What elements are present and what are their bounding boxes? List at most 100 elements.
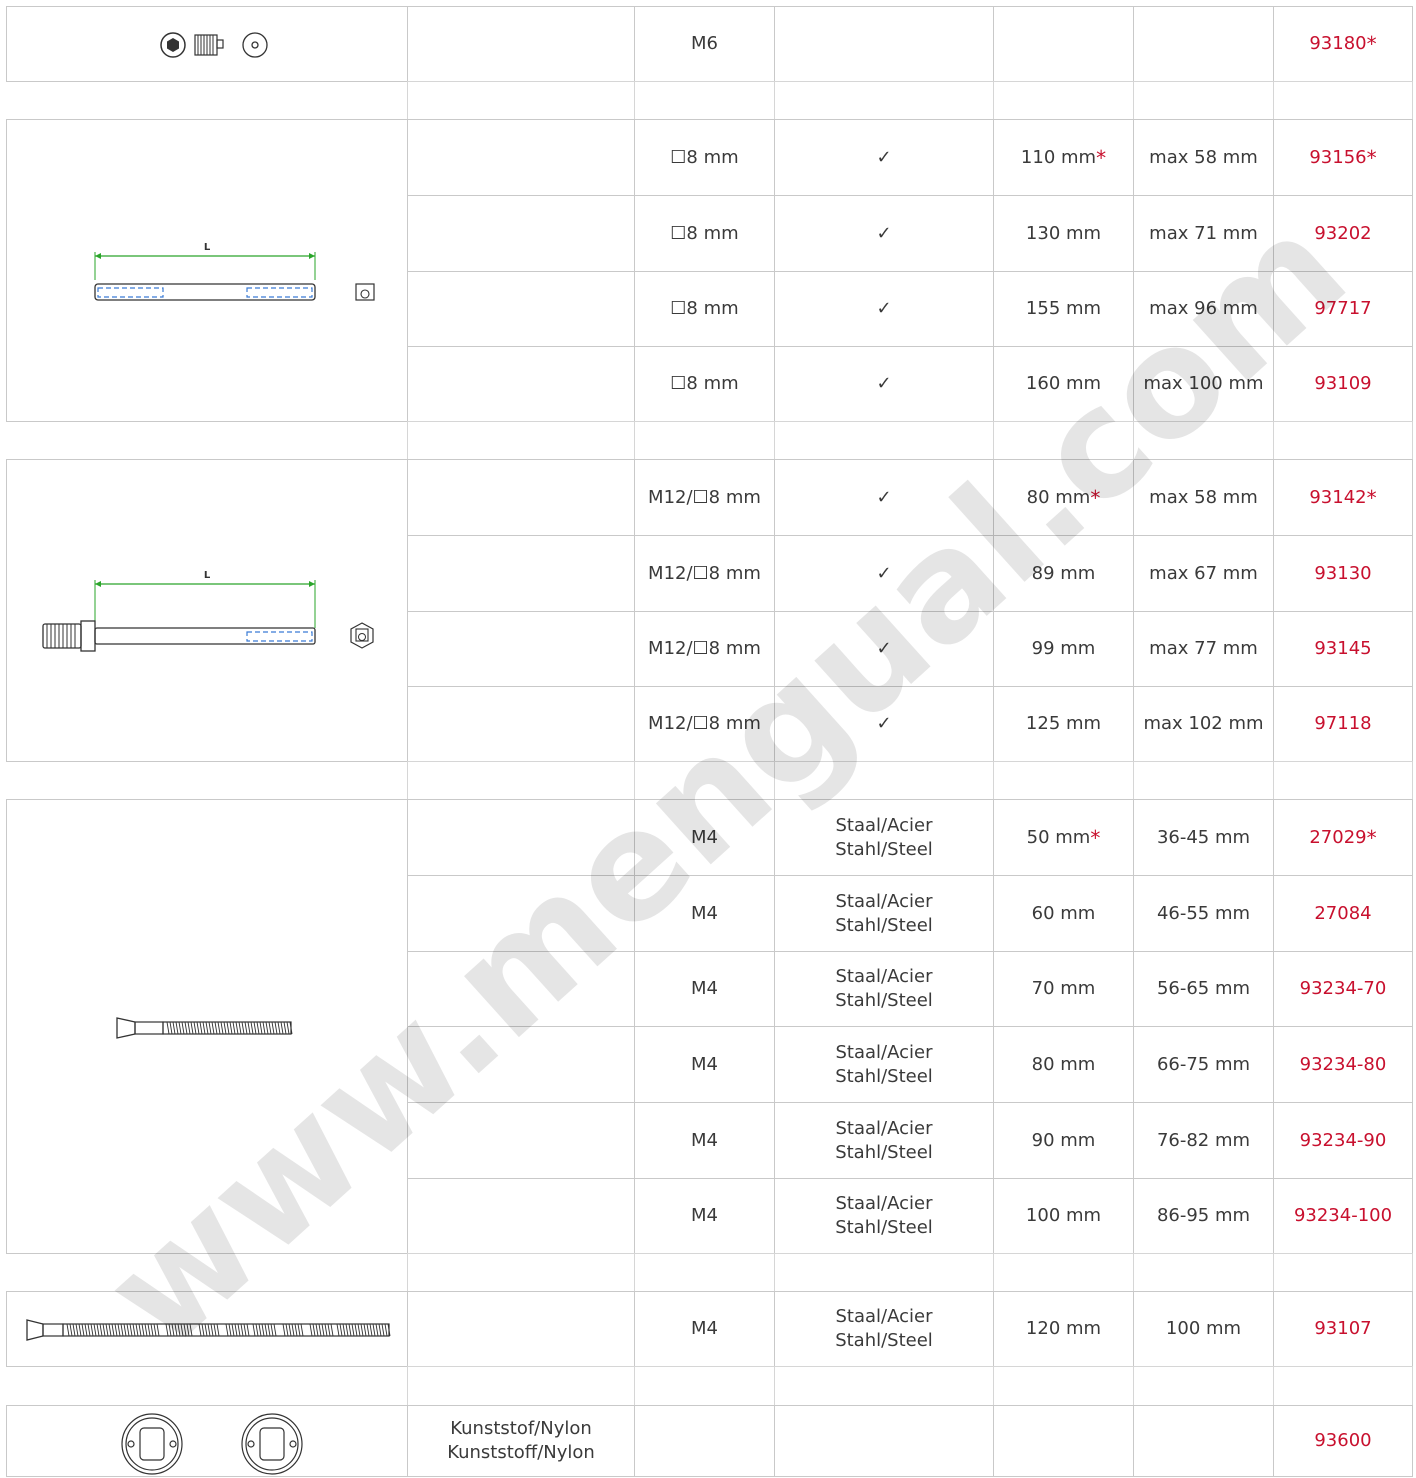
nut-drawing-icon [160, 32, 268, 58]
spec-cell: M4 [634, 875, 775, 952]
article-code[interactable]: 93180 * [1273, 6, 1413, 82]
spec-cell: ☐8 mm [634, 119, 775, 196]
material-cell: Staal/Acier Stahl/Steel [774, 951, 994, 1027]
length-cell: 160 mm [993, 346, 1134, 422]
length-cell: 120 mm [993, 1291, 1134, 1367]
spacer-row [774, 81, 994, 120]
spacer-row [993, 81, 1134, 120]
article-code[interactable]: 93109 [1273, 346, 1413, 422]
material-cell: ✓ [774, 119, 994, 196]
article-code[interactable]: 93234-90 [1273, 1102, 1413, 1179]
material-cell: ✓ [774, 535, 994, 612]
spacer-row [774, 421, 994, 460]
spec-cell: M12/☐8 mm [634, 686, 775, 762]
article-code[interactable]: 97118 [1273, 686, 1413, 762]
range-cell: 100 mm [1133, 1291, 1274, 1367]
desc-cell [407, 195, 635, 272]
article-code[interactable]: 93142 * [1273, 459, 1413, 536]
length-cell: 130 mm [993, 195, 1134, 272]
article-code[interactable]: 93107 [1273, 1291, 1413, 1367]
desc-cell [407, 6, 635, 82]
length-cell: 89 mm [993, 535, 1134, 612]
range-cell [1133, 6, 1274, 82]
range-cell: 66-75 mm [1133, 1026, 1274, 1103]
image-cell [6, 6, 408, 82]
spacer-row [1133, 1253, 1274, 1292]
spacer-row [407, 421, 635, 460]
length-cell: 60 mm [993, 875, 1134, 952]
spacer-row [993, 1253, 1134, 1292]
desc-cell [407, 875, 635, 952]
range-cell [1133, 1405, 1274, 1477]
long-screw-drawing-icon [26, 1319, 391, 1341]
article-code[interactable]: 93234-100 [1273, 1178, 1413, 1254]
material-cell [774, 1405, 994, 1477]
spec-cell: M12/☐8 mm [634, 535, 775, 612]
desc-cell [407, 346, 635, 422]
range-cell: 86-95 mm [1133, 1178, 1274, 1254]
length-cell: 125 mm [993, 686, 1134, 762]
desc-cell [407, 535, 635, 612]
article-code[interactable]: 27029 * [1273, 799, 1413, 876]
spec-cell: M4 [634, 799, 775, 876]
article-code[interactable]: 93145 [1273, 611, 1413, 687]
article-code[interactable]: 93202 [1273, 195, 1413, 272]
desc-cell [407, 611, 635, 687]
spacer-row [1133, 1366, 1274, 1406]
material-cell: Staal/Acier Stahl/Steel [774, 1178, 994, 1254]
image-cell [6, 1405, 408, 1477]
spacer-row [1273, 761, 1413, 800]
spec-cell: ☐8 mm [634, 195, 775, 272]
range-cell: max 102 mm [1133, 686, 1274, 762]
material-cell: ✓ [774, 686, 994, 762]
desc-cell [407, 1291, 635, 1367]
article-code[interactable]: 97717 [1273, 271, 1413, 347]
spacer-row [634, 761, 775, 800]
length-cell [993, 6, 1134, 82]
spacer-row [1133, 761, 1274, 800]
spec-cell: M4 [634, 1291, 775, 1367]
article-code[interactable]: 93234-70 [1273, 951, 1413, 1027]
desc-cell [407, 799, 635, 876]
spacer-row [634, 1253, 775, 1292]
desc-cell [407, 459, 635, 536]
length-label: L [204, 242, 211, 253]
length-cell: 155 mm [993, 271, 1134, 347]
desc-cell [407, 119, 635, 196]
spacer-row [407, 81, 635, 120]
article-code[interactable]: 27084 [1273, 875, 1413, 952]
spec-cell: M12/☐8 mm [634, 611, 775, 687]
spec-cell [634, 1405, 775, 1477]
product-table: M6 93180 * L ☐8 mm ✓ 110 mm * max 58 mm 93… [0, 0, 1416, 1477]
image-cell [6, 799, 408, 1254]
spacer-row [1133, 81, 1274, 120]
length-cell: 80 mm [993, 1026, 1134, 1103]
threaded-spindle-drawing-icon: L [42, 570, 374, 652]
spacer-row [634, 421, 775, 460]
material-cell: ✓ [774, 346, 994, 422]
screw-drawing-icon [116, 1017, 293, 1039]
length-cell: 110 mm * [993, 119, 1134, 196]
spacer-row [407, 1253, 635, 1292]
article-code[interactable]: 93600 [1273, 1405, 1413, 1477]
range-cell: max 100 mm [1133, 346, 1274, 422]
article-code[interactable]: 93156 * [1273, 119, 1413, 196]
material-cell: Staal/Acier Stahl/Steel [774, 799, 994, 876]
article-code[interactable]: 93234-80 [1273, 1026, 1413, 1103]
spacer-row [407, 761, 635, 800]
length-cell: 90 mm [993, 1102, 1134, 1179]
spec-cell: M4 [634, 1026, 775, 1103]
spacer-row [634, 81, 775, 120]
length-cell: 70 mm [993, 951, 1134, 1027]
image-cell [6, 1291, 408, 1367]
range-cell: max 71 mm [1133, 195, 1274, 272]
spec-cell: M4 [634, 951, 775, 1027]
article-code[interactable]: 93130 [1273, 535, 1413, 612]
desc-cell [407, 951, 635, 1027]
desc-cell [407, 1178, 635, 1254]
material-cell: ✓ [774, 459, 994, 536]
desc-cell [407, 1026, 635, 1103]
range-cell: max 77 mm [1133, 611, 1274, 687]
material-cell: ✓ [774, 271, 994, 347]
length-label: L [204, 570, 211, 581]
